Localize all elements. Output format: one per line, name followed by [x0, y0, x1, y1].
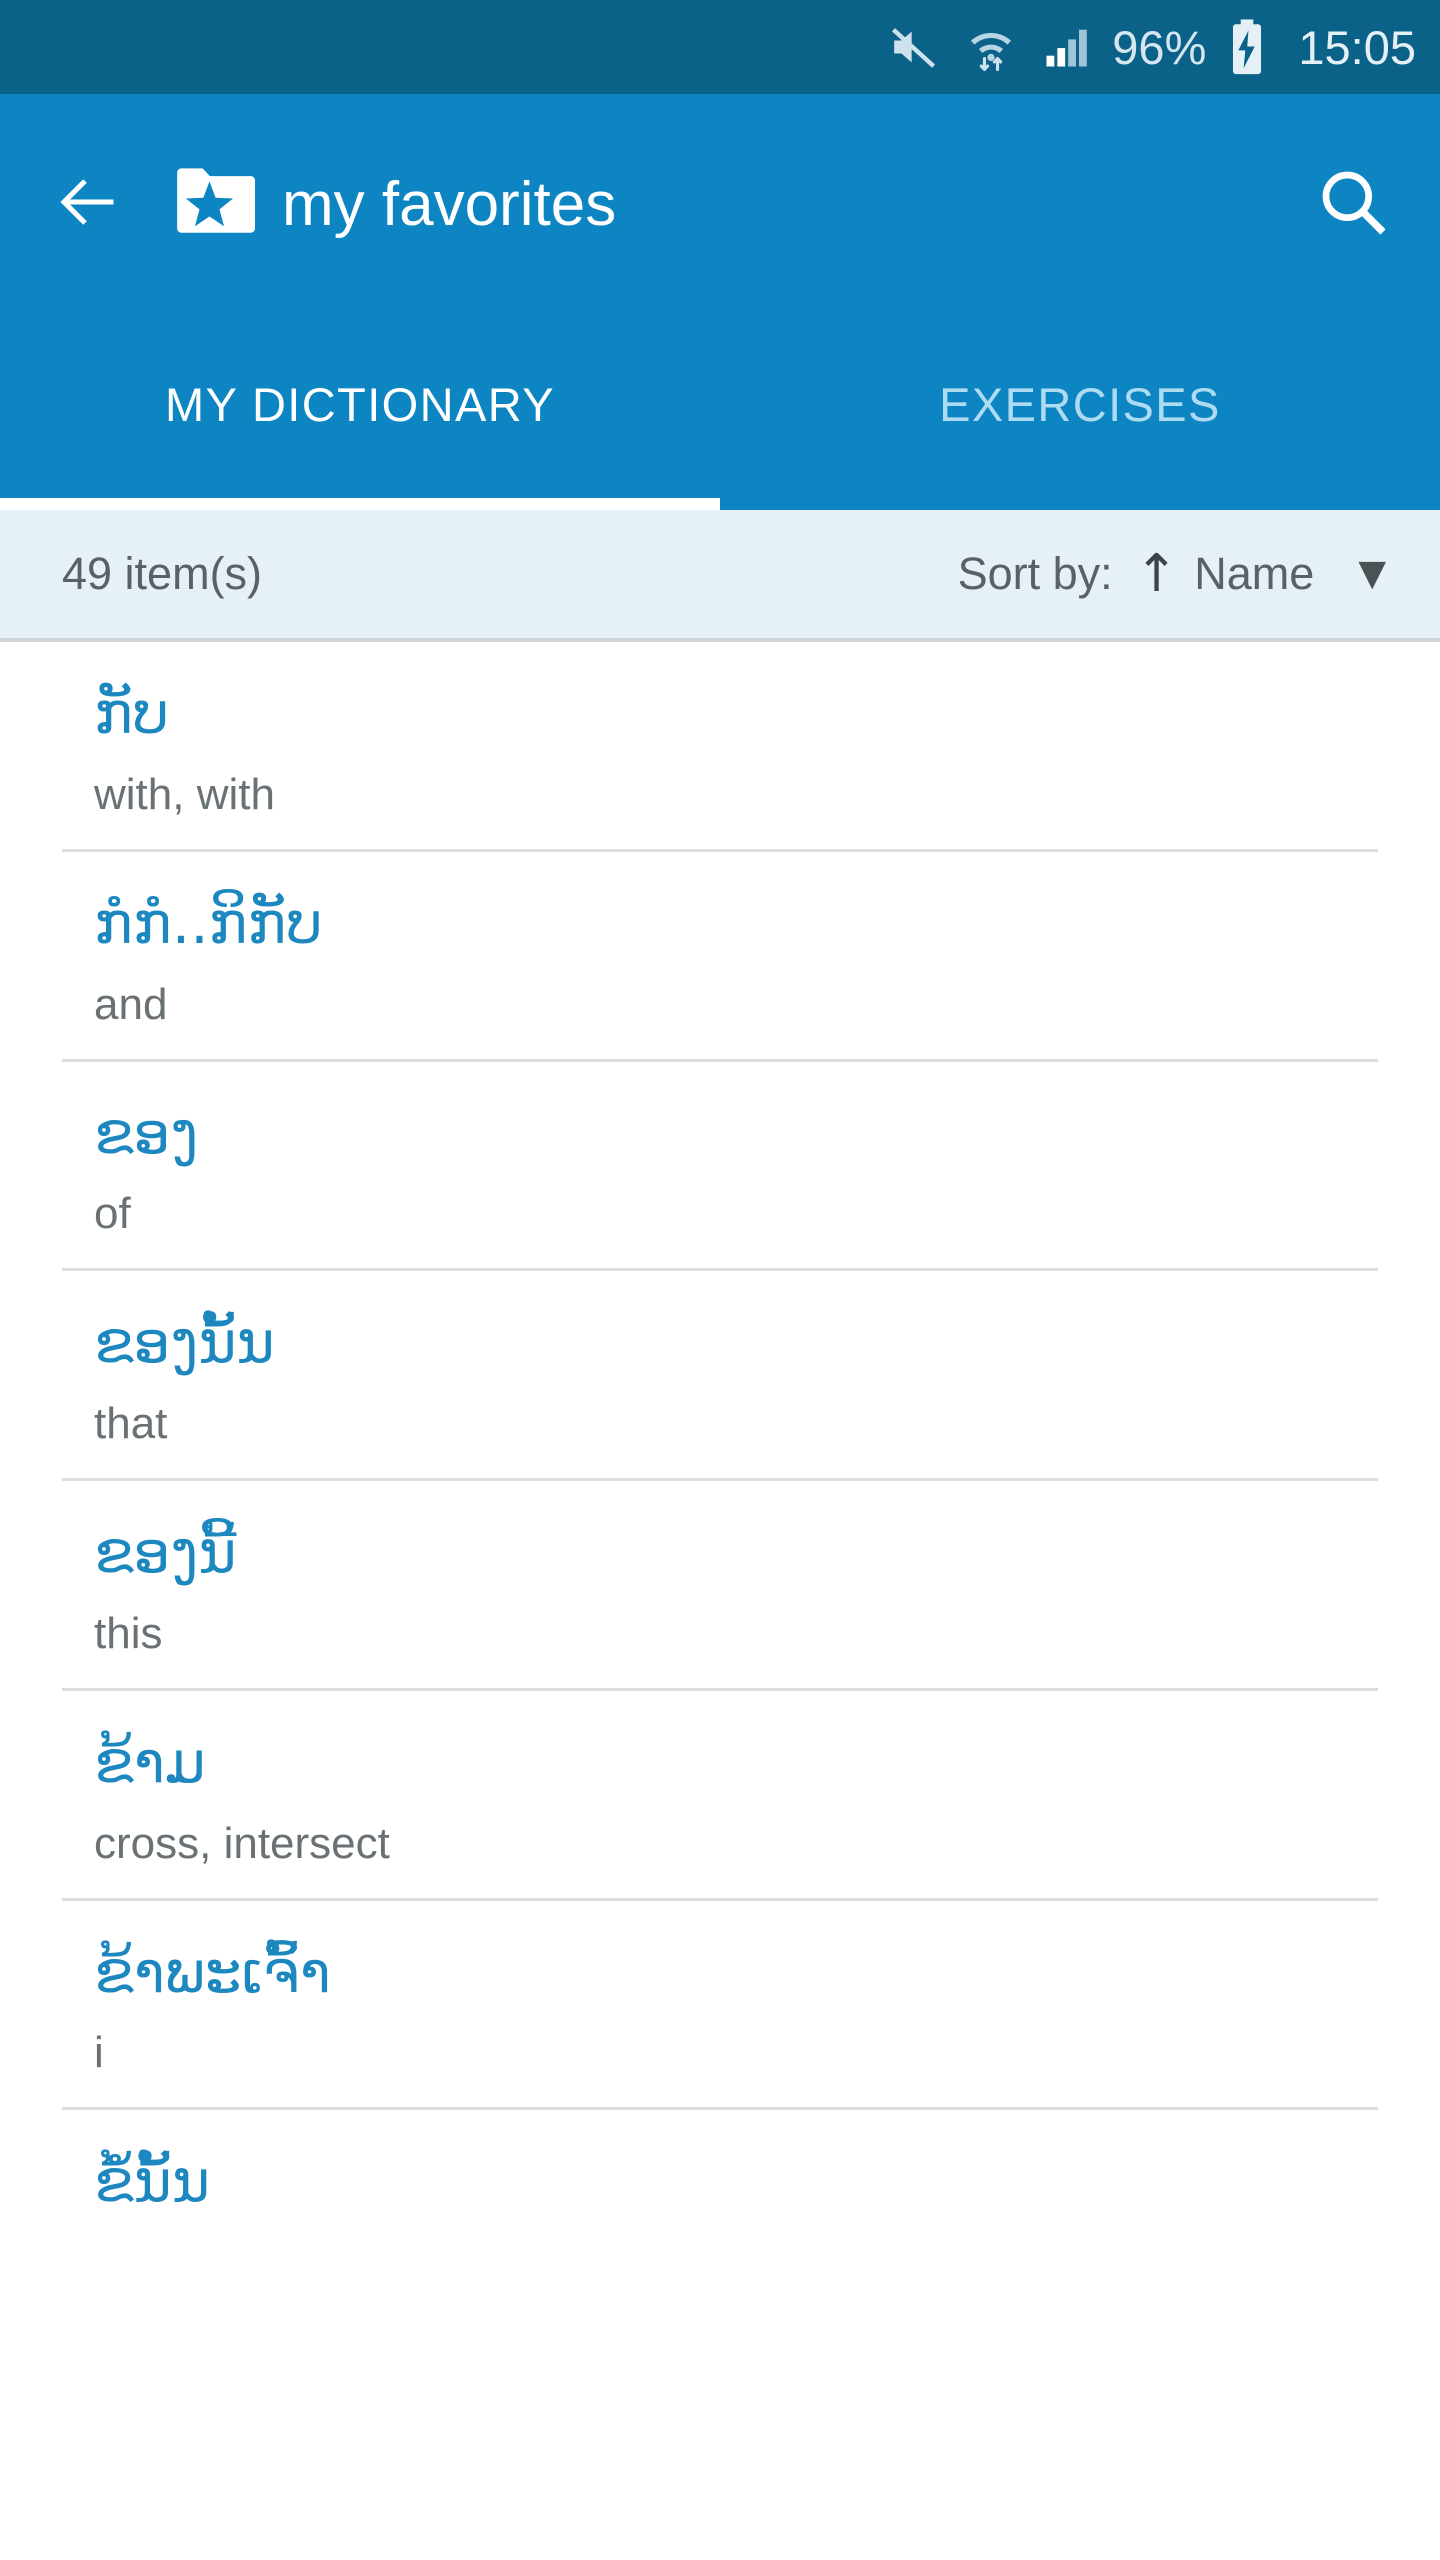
tab-exercises[interactable]: EXERCISES — [720, 314, 1440, 510]
word-translation: and — [94, 979, 168, 1029]
word-term: ຂອງ — [94, 1098, 199, 1167]
word-term: ກັບ — [94, 679, 170, 747]
wifi-transfer-icon — [962, 18, 1020, 76]
page-title: my favorites — [282, 169, 617, 239]
list-item[interactable]: ຂອງ of — [0, 1062, 1440, 1272]
tab-active-indicator — [0, 498, 720, 510]
word-term: ຂ້າພະເຈົ້າ — [94, 1937, 331, 2006]
app-bar-title-group: my favorites — [172, 164, 1310, 245]
list-item[interactable]: ຂ້າພະເຈົ້າ i — [0, 1901, 1440, 2111]
word-term: ຂໍ້ນັ້ນ — [94, 2147, 211, 2216]
word-translation: i — [94, 2028, 104, 2078]
tab-bar: MY DICTIONARY EXERCISES — [0, 314, 1440, 510]
word-term: ຂອງນັ້ນ — [94, 1308, 275, 1377]
app-bar: my favorites — [0, 94, 1440, 314]
word-term: ຂອງນີ້ — [94, 1518, 237, 1586]
list-item[interactable]: ຂອງນັ້ນ that — [0, 1271, 1440, 1481]
item-count-label: 49 item(s) — [62, 548, 263, 599]
battery-charging-icon — [1226, 18, 1268, 76]
app-root: 96% 15:05 my favorites MY DICTIONARY EXE… — [0, 0, 1440, 2560]
back-arrow-icon — [52, 166, 124, 243]
back-button[interactable] — [52, 168, 124, 240]
word-translation: with, with — [94, 769, 275, 819]
word-term: ຂ້າມ — [94, 1727, 206, 1796]
list-item[interactable]: ຂອງນີ້ this — [0, 1481, 1440, 1691]
word-term: ກໍກໍ..ກິກັບ — [94, 888, 323, 957]
word-translation: cross, intersect — [94, 1818, 390, 1868]
search-button[interactable] — [1310, 161, 1396, 247]
battery-percent-label: 96% — [1112, 20, 1207, 74]
search-icon — [1313, 162, 1393, 247]
word-translation: that — [94, 1399, 168, 1448]
list-item[interactable]: ຂໍ້ນັ້ນ — [0, 2110, 1440, 2265]
mute-icon — [886, 19, 942, 75]
status-clock: 15:05 — [1298, 20, 1416, 74]
tab-my-dictionary[interactable]: MY DICTIONARY — [0, 314, 720, 510]
list-item[interactable]: ຂ້າມ cross, intersect — [0, 1691, 1440, 1901]
tab-exercises-label: EXERCISES — [939, 377, 1221, 431]
sort-value-label: Name — [1194, 548, 1315, 599]
list-item[interactable]: ກັບ with, with — [0, 642, 1440, 852]
sort-control[interactable]: Sort by: ↑ Name ▼ — [958, 548, 1400, 600]
sort-bar: 49 item(s) Sort by: ↑ Name ▼ — [0, 510, 1440, 642]
word-translation: of — [94, 1189, 131, 1239]
chevron-down-icon[interactable]: ▼ — [1358, 556, 1386, 592]
arrow-up-icon[interactable]: ↑ — [1135, 548, 1179, 600]
sort-by-label: Sort by: — [957, 548, 1113, 599]
word-list: ກັບ with, with ກໍກໍ..ກິກັບ and ຂອງ of ຂອ… — [0, 642, 1440, 2265]
cellular-signal-icon — [1040, 21, 1092, 73]
tab-my-dictionary-label: MY DICTIONARY — [165, 377, 555, 431]
list-item[interactable]: ກໍກໍ..ກິກັບ and — [0, 852, 1440, 1062]
favorites-folder-star-icon — [172, 164, 256, 245]
status-bar: 96% 15:05 — [0, 0, 1440, 94]
word-translation: this — [94, 1608, 163, 1658]
